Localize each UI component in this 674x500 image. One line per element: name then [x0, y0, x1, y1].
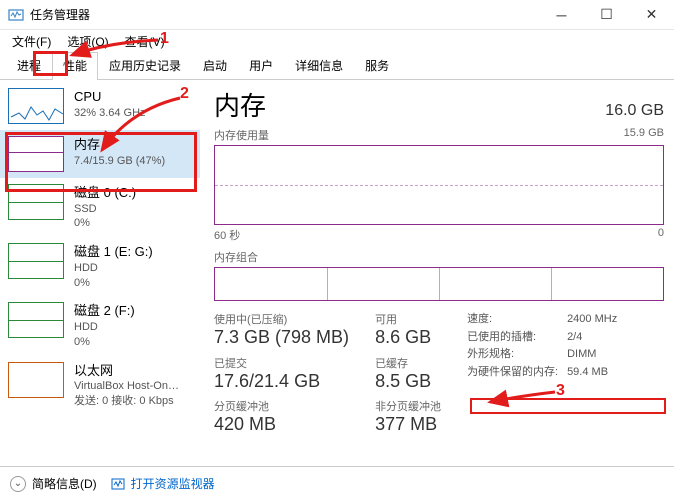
memory-thumb — [8, 136, 64, 172]
disk-thumb — [8, 184, 64, 220]
tab-bar: 进程 性能 应用历史记录 启动 用户 详细信息 服务 — [0, 52, 674, 80]
form-label: 外形规格: — [467, 346, 567, 364]
sidebar-item-label: CPU — [74, 88, 192, 106]
resource-monitor-icon — [111, 477, 125, 491]
nonpaged-value: 377 MB — [375, 414, 441, 436]
sidebar-item-disk0[interactable]: 磁盘 0 (C:) SSD 0% — [0, 178, 200, 237]
paged-label: 分页缓冲池 — [214, 398, 349, 414]
open-resource-monitor-link[interactable]: 打开资源监视器 — [131, 475, 215, 492]
paged-value: 420 MB — [214, 414, 349, 436]
sidebar-item-ethernet[interactable]: 以太网 VirtualBox Host-On… 发送: 0 接收: 0 Kbps — [0, 356, 200, 415]
task-manager-icon — [8, 7, 24, 23]
usage-chart-max: 15.9 GB — [624, 127, 664, 143]
usage-chart[interactable] — [214, 145, 664, 225]
hw-value: 59.4 MB — [567, 364, 608, 382]
menu-view[interactable]: 查看(V) — [117, 31, 173, 52]
sidebar-item-disk1[interactable]: 磁盘 1 (E: G:) HDD 0% — [0, 237, 200, 296]
sidebar-item-label: 磁盘 0 (C:) — [74, 184, 192, 202]
maximize-button[interactable]: ☐ — [584, 0, 629, 30]
disk-thumb — [8, 243, 64, 279]
sidebar-item-sub: 0% — [74, 276, 192, 291]
menubar: 文件(F) 选项(O) 查看(V) — [0, 30, 674, 52]
tab-history[interactable]: 应用历史记录 — [98, 52, 192, 79]
speed-label: 速度: — [467, 311, 567, 329]
sidebar-item-label: 以太网 — [74, 362, 192, 380]
close-button[interactable]: ✕ — [629, 0, 674, 30]
sidebar-item-sub: 32% 3.64 GHz — [74, 106, 192, 121]
tab-services[interactable]: 服务 — [354, 52, 400, 79]
avail-value: 8.6 GB — [375, 327, 441, 349]
slots-label: 已使用的插槽: — [467, 329, 567, 347]
sidebar-item-label: 内存 — [74, 136, 192, 154]
in-use-value: 7.3 GB (798 MB) — [214, 327, 349, 349]
hw-label: 为硬件保留的内存: — [467, 364, 567, 382]
tab-startup[interactable]: 启动 — [192, 52, 238, 79]
menu-options[interactable]: 选项(O) — [59, 31, 116, 52]
sidebar-item-disk2[interactable]: 磁盘 2 (F:) HDD 0% — [0, 296, 200, 355]
chart-x-right: 0 — [658, 227, 664, 243]
sidebar-item-sub: HDD — [74, 320, 192, 335]
committed-label: 已提交 — [214, 355, 349, 371]
nonpaged-label: 非分页缓冲池 — [375, 398, 441, 414]
cached-label: 已缓存 — [375, 355, 441, 371]
sidebar-item-sub: 0% — [74, 335, 192, 350]
slots-value: 2/4 — [567, 329, 582, 347]
memory-composition[interactable] — [214, 267, 664, 301]
disk-thumb — [8, 302, 64, 338]
sidebar-item-sub: 发送: 0 接收: 0 Kbps — [74, 394, 192, 409]
menu-file[interactable]: 文件(F) — [4, 31, 59, 52]
ethernet-thumb — [8, 362, 64, 398]
usage-chart-label: 内存使用量 — [214, 127, 269, 143]
sidebar-item-memory[interactable]: 内存 7.4/15.9 GB (47%) — [0, 130, 200, 178]
sidebar-item-sub: HDD — [74, 261, 192, 276]
speed-value: 2400 MHz — [567, 311, 617, 329]
memory-total: 16.0 GB — [605, 102, 664, 120]
sidebar-item-sub: 0% — [74, 216, 192, 231]
page-title: 内存 — [214, 86, 266, 123]
tab-processes[interactable]: 进程 — [6, 52, 52, 79]
tab-details[interactable]: 详细信息 — [284, 52, 354, 79]
sidebar-item-sub: SSD — [74, 202, 192, 217]
sidebar-item-sub: 7.4/15.9 GB (47%) — [74, 154, 192, 169]
titlebar: 任务管理器 ─ ☐ ✕ — [0, 0, 674, 30]
tab-users[interactable]: 用户 — [238, 52, 284, 79]
form-value: DIMM — [567, 346, 596, 364]
cached-value: 8.5 GB — [375, 371, 441, 393]
window-title: 任务管理器 — [30, 6, 539, 23]
chart-x-left: 60 秒 — [214, 227, 240, 243]
in-use-label: 使用中(已压缩) — [214, 311, 349, 327]
chevron-down-icon[interactable]: ⌄ — [10, 476, 26, 492]
avail-label: 可用 — [375, 311, 441, 327]
combo-label: 内存组合 — [214, 249, 258, 265]
minimize-button[interactable]: ─ — [539, 0, 584, 30]
footer: ⌄ 简略信息(D) 打开资源监视器 — [0, 466, 674, 500]
committed-value: 17.6/21.4 GB — [214, 371, 349, 393]
cpu-thumb — [8, 88, 64, 124]
tab-performance[interactable]: 性能 — [52, 52, 98, 79]
sidebar-item-label: 磁盘 1 (E: G:) — [74, 243, 192, 261]
sidebar-item-cpu[interactable]: CPU 32% 3.64 GHz — [0, 82, 200, 130]
sidebar-item-label: 磁盘 2 (F:) — [74, 302, 192, 320]
sidebar-item-sub: VirtualBox Host-On… — [74, 379, 192, 394]
main-panel: 内存 16.0 GB 内存使用量 15.9 GB 60 秒 0 内存组合 使用中… — [200, 80, 674, 466]
brief-info-link[interactable]: 简略信息(D) — [32, 475, 97, 492]
sidebar: CPU 32% 3.64 GHz 内存 7.4/15.9 GB (47%) 磁盘… — [0, 80, 200, 466]
